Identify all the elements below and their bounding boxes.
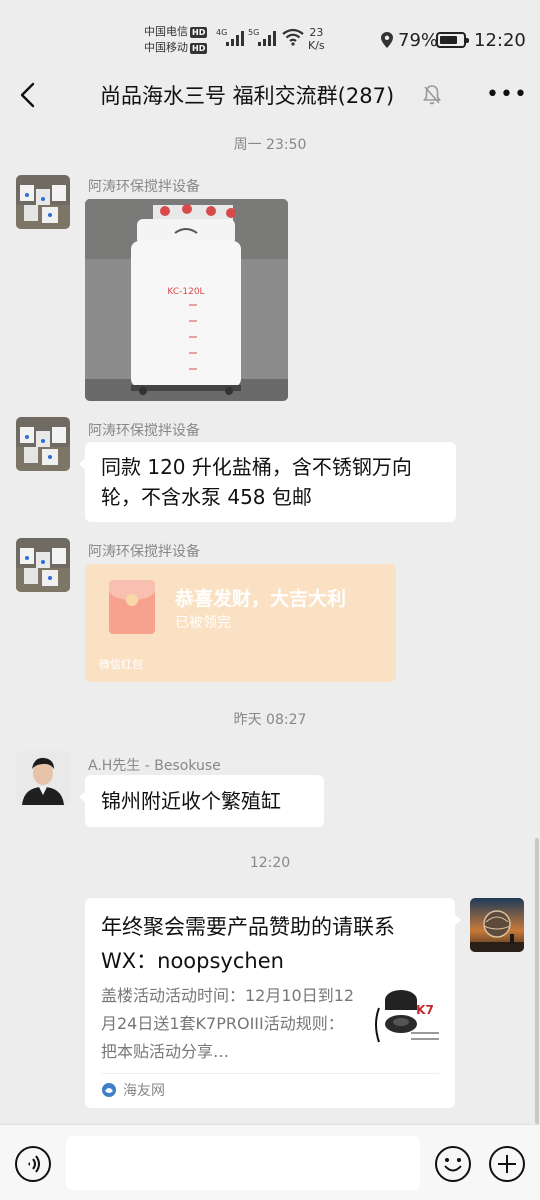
chat-header: 尚品海水三号 福利交流群(287) •••: [0, 70, 540, 122]
mute-bell-icon: [423, 85, 441, 105]
text-message[interactable]: 锦州附近收个繁殖缸: [79, 775, 324, 827]
avatar[interactable]: [16, 538, 70, 592]
carrier-info: 中国电信 HD 中国移动 HD: [144, 24, 208, 56]
status-time: 12:20: [474, 30, 526, 51]
sender-name: 阿涛环保搅拌设备: [88, 544, 200, 560]
status-bar: 中国电信 HD 中国移动 HD 4G 5G 23 K/s 79% 12:20: [0, 0, 540, 70]
red-envelope-icon: [109, 580, 155, 634]
red-packet-message[interactable]: 恭喜发财，大吉大利 已被领完 微信红包: [85, 564, 396, 682]
share-thumbnail: K7: [371, 984, 441, 1054]
signal-icon: [258, 30, 276, 46]
sender-name: 阿涛环保搅拌设备: [88, 423, 200, 439]
red-packet-status: 已被领完: [175, 615, 231, 631]
speed-unit: K/s: [308, 39, 325, 52]
sender-name: 阿涛环保搅拌设备: [88, 179, 200, 195]
speed-value: 23: [309, 26, 324, 39]
share-title: 年终聚会需要产品赞助的请联系WX：noopsychen: [101, 915, 395, 973]
battery-icon: [436, 32, 469, 48]
wifi-icon: [282, 28, 304, 46]
location-icon: [381, 32, 393, 48]
thumb-brand: K7: [416, 1003, 434, 1017]
tank-label: KC-120L: [167, 287, 204, 297]
battery-percent: 79%: [398, 30, 439, 51]
avatar[interactable]: [16, 175, 70, 229]
timestamp: 12:20: [249, 855, 291, 871]
message-input[interactable]: [66, 1136, 420, 1190]
avatar[interactable]: [16, 417, 70, 471]
battery-fill: [440, 36, 457, 44]
carrier-1: 中国电信: [144, 25, 188, 38]
divider: [101, 1073, 439, 1074]
share-source-name: 海友网: [123, 1083, 165, 1099]
sender-name: A.H先生 - Besokuse: [88, 758, 221, 774]
more-options-button[interactable]: •••: [486, 82, 528, 107]
hd-badge: HD: [190, 26, 208, 38]
more-functions-button[interactable]: [488, 1145, 526, 1183]
signal-icon: [226, 30, 244, 46]
link-share-message[interactable]: 年终聚会需要产品赞助的请联系WX：noopsychen 盖楼活动活动时间：12月…: [85, 898, 461, 1108]
share-source: 海友网: [101, 1080, 165, 1100]
text-message[interactable]: 同款 120 升化盐桶，含不锈钢万向轮，不含水泵 458 包邮: [79, 442, 456, 522]
back-button[interactable]: [14, 80, 44, 110]
chat-messages: 周一 23:50 阿涛环保搅拌设备 KC-120L 阿涛环保搅拌设备 同款 12…: [0, 122, 540, 1122]
timestamp: 周一 23:50: [233, 137, 307, 153]
chat-title[interactable]: 尚品海水三号 福利交流群(287): [100, 80, 394, 110]
timestamp: 昨天 08:27: [233, 712, 307, 728]
red-packet-footer: 微信红包: [99, 658, 143, 671]
carrier-2: 中国移动: [144, 41, 188, 54]
avatar[interactable]: [16, 751, 70, 805]
input-bar: [0, 1124, 540, 1200]
share-description: 盖楼活动活动时间：12月10日到12月24日送1套K7PROIII活动规则：把本…: [101, 986, 355, 1061]
my-avatar[interactable]: [470, 898, 524, 952]
red-packet-title: 恭喜发财，大吉大利: [175, 588, 347, 610]
hd-badge: HD: [190, 42, 208, 54]
voice-input-button[interactable]: [14, 1145, 52, 1183]
network-speed: 23 K/s: [308, 26, 325, 52]
image-message[interactable]: KC-120L: [85, 199, 288, 401]
source-logo-icon: [102, 1083, 116, 1097]
scrollbar[interactable]: [535, 838, 539, 1124]
emoji-button[interactable]: [434, 1145, 472, 1183]
